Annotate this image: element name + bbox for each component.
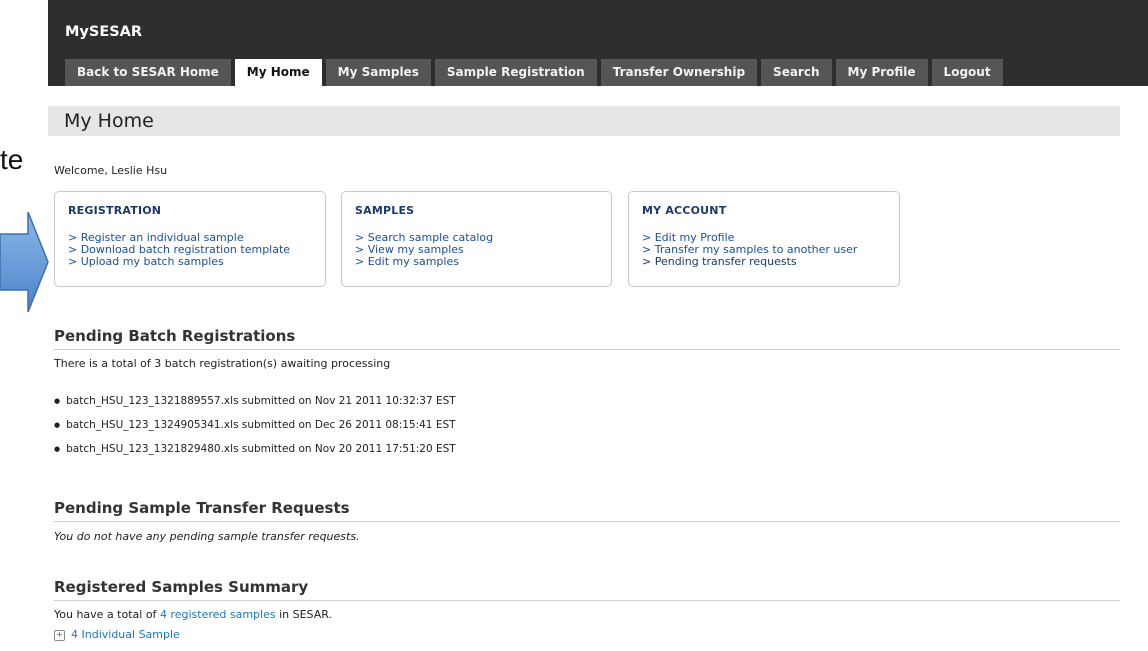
individual-sample-link[interactable]: 4 Individual Sample (71, 628, 180, 641)
tab-back-to-sesar-home[interactable]: Back to SESAR Home (65, 59, 231, 86)
registered-summary-heading: Registered Samples Summary (54, 578, 1120, 601)
app-header: MySESAR Back to SESAR Home My Home My Sa… (48, 0, 1148, 86)
list-item: batch_HSU_123_1324905341.xls submitted o… (54, 419, 456, 443)
registration-box-title: REGISTRATION (68, 204, 162, 217)
pending-batch-summary: There is a total of 3 batch registration… (54, 357, 391, 370)
tab-sample-registration[interactable]: Sample Registration (434, 59, 597, 86)
registered-summary-text: You have a total of 4 registered samples… (54, 608, 332, 621)
list-item: batch_HSU_123_1321889557.xls submitted o… (54, 395, 456, 419)
tab-search[interactable]: Search (761, 59, 832, 86)
right-arrow-icon (0, 212, 49, 312)
summary-text-before: You have a total of (54, 608, 160, 621)
tab-my-profile[interactable]: My Profile (835, 59, 928, 86)
tab-logout[interactable]: Logout (931, 59, 1003, 86)
summary-text-after: in SESAR. (275, 608, 333, 621)
registered-samples-link[interactable]: 4 registered samples (160, 608, 276, 621)
page-title: My Home (48, 106, 1120, 136)
individual-sample-row[interactable]: +4 Individual Sample (54, 628, 180, 641)
registration-box: REGISTRATION > Register an individual sa… (54, 191, 326, 287)
welcome-message: Welcome, Leslie Hsu (54, 164, 168, 177)
upload-batch-samples-link[interactable]: > Upload my batch samples (68, 256, 314, 268)
my-account-box: MY ACCOUNT > Edit my Profile > Transfer … (628, 191, 900, 287)
my-account-box-title: MY ACCOUNT (642, 204, 727, 217)
expand-toggle-icon[interactable]: + (54, 629, 65, 641)
samples-box-title: SAMPLES (355, 204, 415, 217)
pending-batch-heading: Pending Batch Registrations (54, 327, 1120, 350)
nav-tabs: Back to SESAR Home My Home My Samples Sa… (65, 59, 1003, 86)
tab-my-samples[interactable]: My Samples (325, 59, 431, 86)
pending-transfer-heading: Pending Sample Transfer Requests (54, 499, 1120, 522)
tab-my-home[interactable]: My Home (234, 59, 322, 86)
pending-batch-list: batch_HSU_123_1321889557.xls submitted o… (54, 395, 456, 467)
samples-box: SAMPLES > Search sample catalog > View m… (341, 191, 612, 287)
slide-fragment-text: te (0, 144, 24, 175)
tab-transfer-ownership[interactable]: Transfer Ownership (600, 59, 758, 86)
pending-transfer-message: You do not have any pending sample trans… (54, 530, 360, 543)
list-item: batch_HSU_123_1321829480.xls submitted o… (54, 443, 456, 467)
brand-title: MySESAR (65, 24, 143, 40)
pending-transfer-requests-link[interactable]: > Pending transfer requests (642, 256, 888, 268)
edit-my-samples-link[interactable]: > Edit my samples (355, 256, 600, 268)
